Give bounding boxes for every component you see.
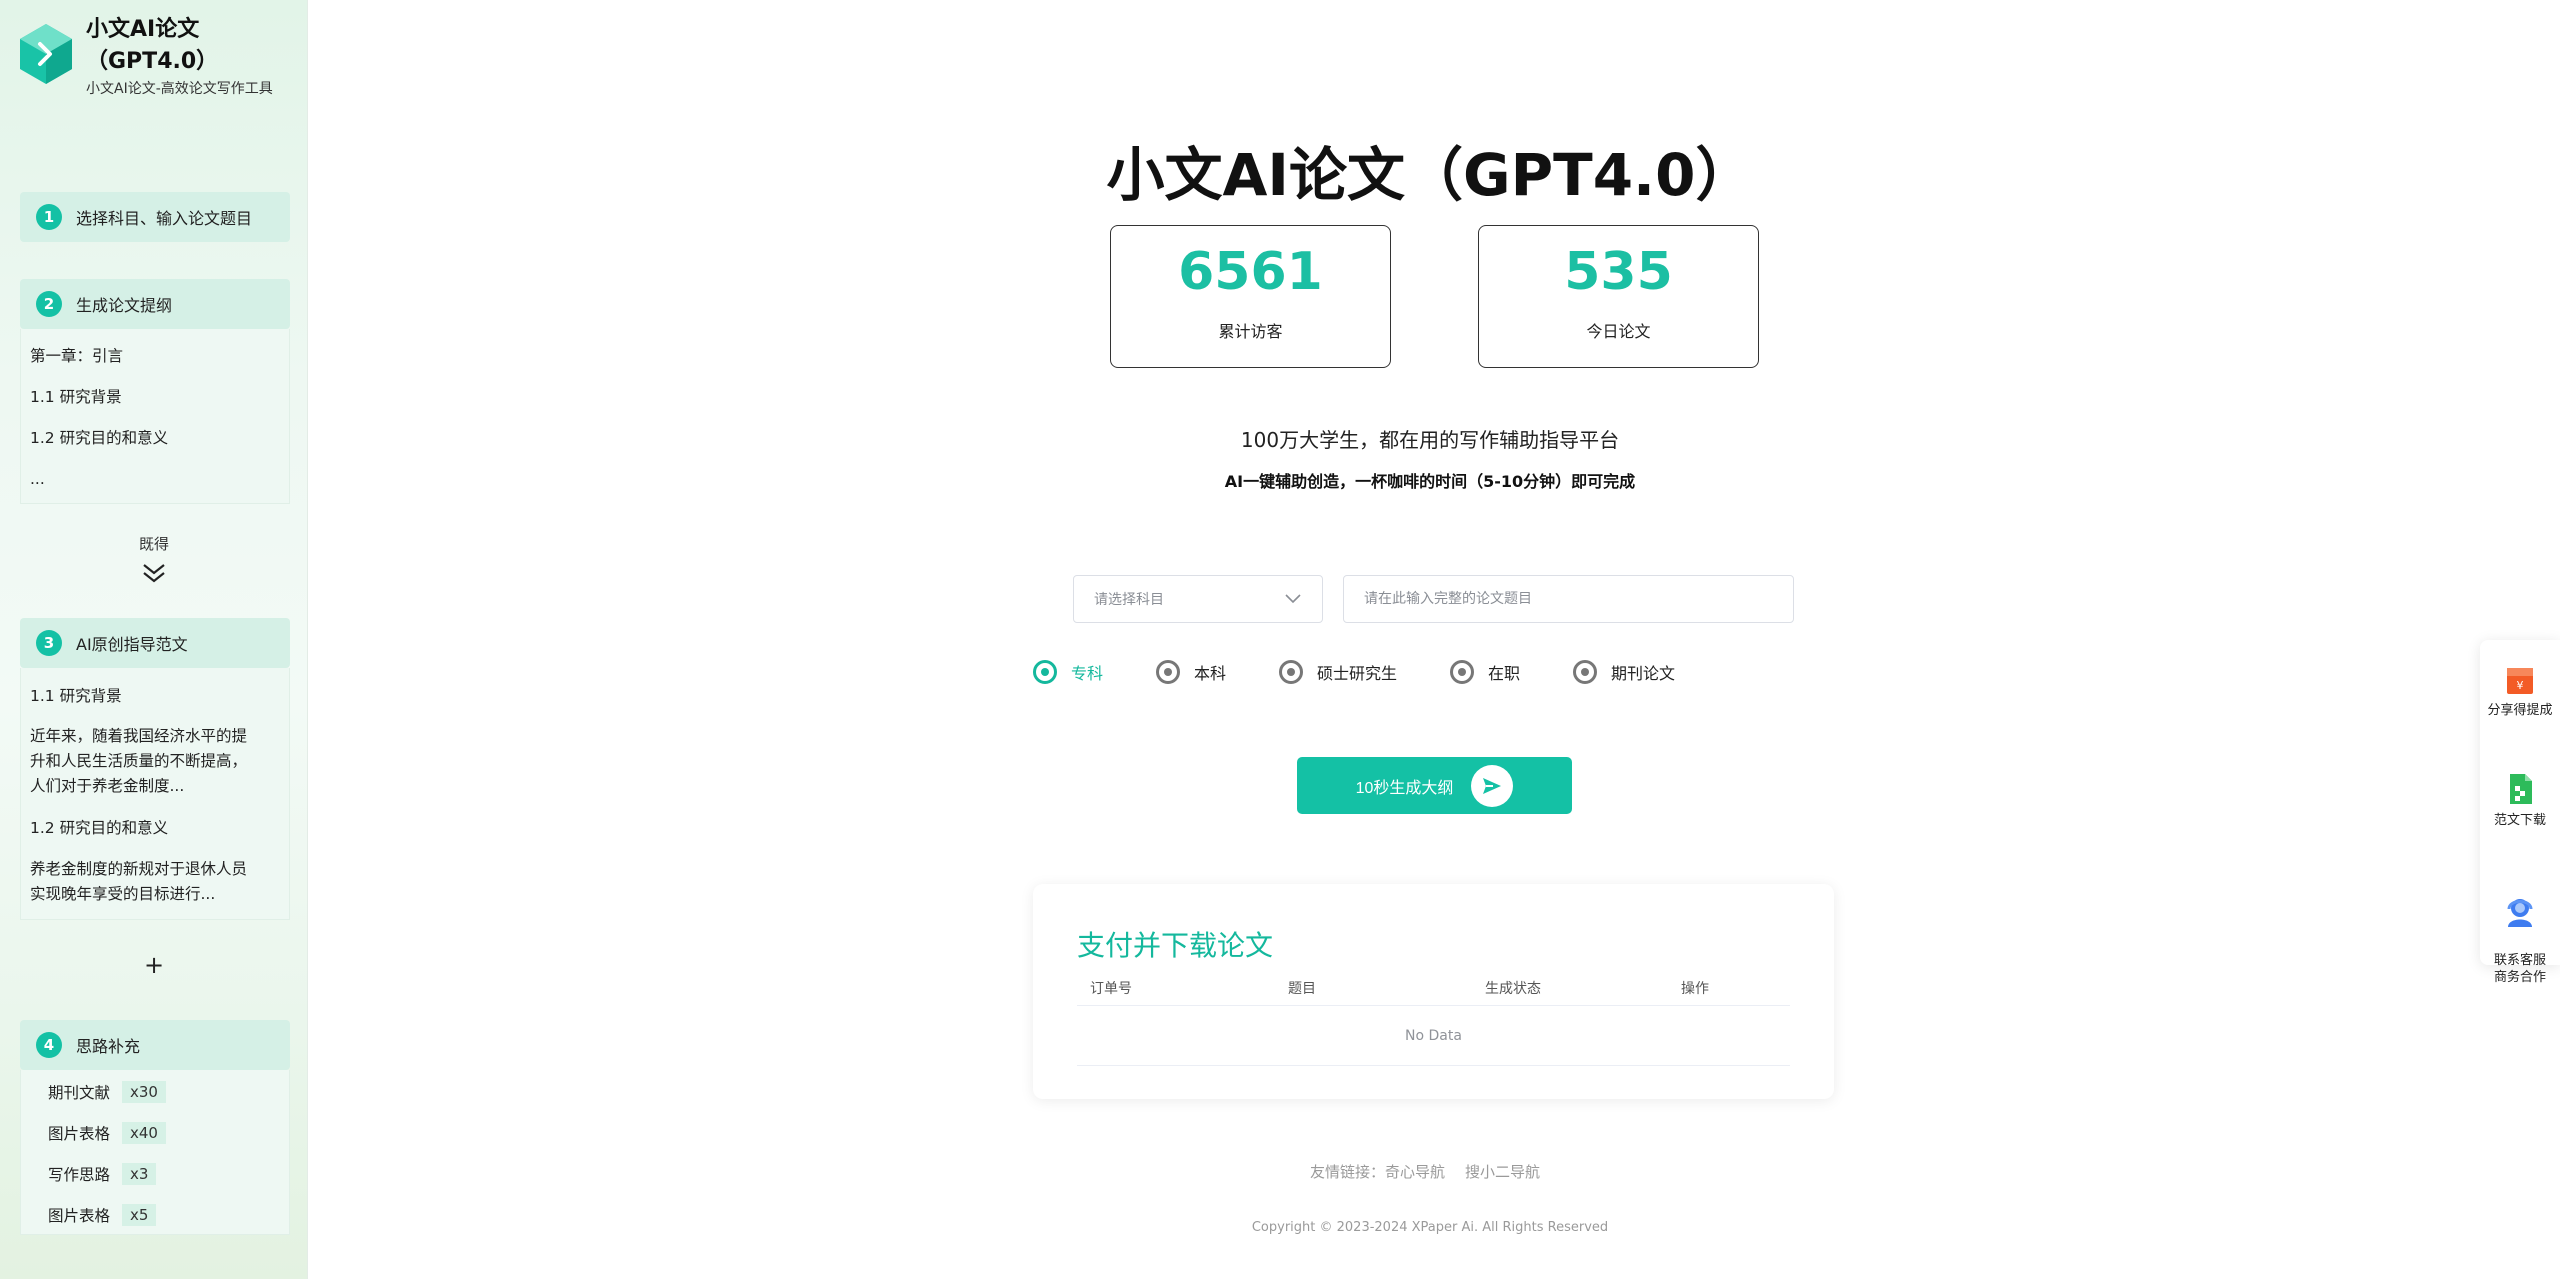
- float-item-label: 范文下载: [2493, 813, 2546, 828]
- step-4-header[interactable]: 4 思路补充: [20, 1020, 290, 1070]
- radio-circle[interactable]: [1033, 660, 1057, 684]
- sample-line: 养老金制度的新规对于退休人员实现晚年享受的目标进行...: [30, 860, 248, 903]
- step-3-header[interactable]: 3 AI原创指导范文: [20, 618, 290, 668]
- expand-label[interactable]: 既得: [0, 533, 308, 554]
- extra-item-badge: x30: [122, 1081, 166, 1103]
- step-1-label: 选择科目、输入论文题目: [76, 209, 253, 228]
- generate-outline-button[interactable]: 10秒生成大纲: [1297, 757, 1572, 814]
- generate-outline-label: 10秒生成大纲: [1355, 779, 1454, 797]
- extra-item-label: 图片表格: [48, 1207, 111, 1225]
- extra-item: 图片表格 x40: [48, 1122, 166, 1144]
- chevron-down-icon: [1285, 594, 1301, 604]
- radio-level-journal[interactable]: 期刊论文: [1573, 660, 1675, 684]
- step-2-label: 生成论文提纲: [76, 296, 173, 315]
- column-topic: 题目: [1288, 981, 1316, 997]
- radio-label: 硕士研究生: [1317, 664, 1398, 683]
- topic-input[interactable]: [1343, 575, 1794, 623]
- radio-circle[interactable]: [1279, 660, 1303, 684]
- step-1-header[interactable]: 1 选择科目、输入论文题目: [20, 192, 290, 242]
- radio-label: 专科: [1071, 664, 1104, 683]
- step-2-number: 2: [36, 291, 62, 317]
- subject-select-placeholder: 请选择科目: [1094, 592, 1164, 608]
- column-status: 生成状态: [1485, 981, 1541, 997]
- payment-title: 支付并下载论文: [1077, 929, 1274, 962]
- plus-icon[interactable]: +: [143, 953, 165, 977]
- radio-label: 本科: [1194, 664, 1227, 683]
- extra-item-label: 期刊文献: [48, 1084, 111, 1102]
- copyright: Copyright © 2023-2024 XPaper Ai. All Rig…: [1251, 1220, 1609, 1235]
- double-chevron-down-icon[interactable]: [141, 562, 167, 584]
- column-order-id: 订单号: [1090, 981, 1132, 997]
- extra-item-badge: x3: [122, 1163, 157, 1185]
- step-2-header[interactable]: 2 生成论文提纲: [20, 279, 290, 329]
- float-toolbar: ¥ 分享得提成 范文下载 联系客服 商务合作: [2480, 640, 2560, 985]
- float-item-label: 联系客服 商务合作: [2493, 953, 2546, 985]
- stat-label: 累计访客: [1218, 322, 1283, 341]
- svg-text:¥: ¥: [2517, 679, 2524, 692]
- contact-service-button[interactable]: 联系客服 商务合作: [2480, 878, 2560, 986]
- outline-line: ...: [30, 470, 45, 488]
- step-1-number: 1: [36, 204, 62, 230]
- step-3-number: 3: [36, 630, 62, 656]
- outline-line: 1.2 研究目的和意义: [30, 429, 169, 447]
- extra-item-badge: x40: [122, 1122, 166, 1144]
- step-3-label: AI原创指导范文: [76, 635, 188, 654]
- brand-subtitle: 小文AI论文-高效论文写作工具: [86, 81, 273, 97]
- friend-link[interactable]: 奇心导航: [1385, 1163, 1445, 1181]
- document-download-icon: [2510, 774, 2532, 804]
- radio-label: 在职: [1488, 664, 1521, 683]
- radio-level-junior-college[interactable]: 专科: [1033, 660, 1103, 684]
- orders-table-empty: No Data: [1077, 1006, 1790, 1066]
- radio-circle[interactable]: [1450, 660, 1474, 684]
- extra-item: 图片表格 x5: [48, 1204, 157, 1226]
- extra-item: 写作思路 x3: [48, 1163, 157, 1185]
- stat-card-papers: 535 今日论文: [1478, 225, 1759, 368]
- orders-table-header: 订单号 题目 生成状态 操作: [1077, 974, 1790, 1006]
- extra-item: 期刊文献 x30: [48, 1081, 166, 1103]
- sample-line: 1.2 研究目的和意义: [30, 819, 169, 837]
- radio-level-undergraduate[interactable]: 本科: [1156, 660, 1226, 684]
- gift-icon: ¥: [2507, 668, 2533, 694]
- customer-service-icon: [2507, 899, 2533, 927]
- sample-line: 1.1 研究背景: [30, 687, 122, 705]
- stat-value: 6561: [1178, 242, 1323, 302]
- sample-line: 近年来，随着我国经济水平的提升和人民生活质量的不断提高，人们对于养老金制度...: [30, 727, 248, 795]
- radio-label: 期刊论文: [1611, 664, 1676, 683]
- radio-circle[interactable]: [1156, 660, 1180, 684]
- brand-logo-icon: [20, 24, 72, 84]
- extra-item-badge: x5: [122, 1204, 157, 1226]
- sidebar: 小文AI论文（GPT4.0） 小文AI论文-高效论文写作工具 1 选择科目、输入…: [0, 0, 308, 1279]
- subject-select[interactable]: 请选择科目: [1073, 575, 1323, 623]
- radio-level-master[interactable]: 硕士研究生: [1279, 660, 1397, 684]
- stat-value: 535: [1564, 242, 1673, 302]
- radio-level-in-service[interactable]: 在职: [1450, 660, 1520, 684]
- outline-line: 1.1 研究背景: [30, 388, 122, 406]
- radio-circle[interactable]: [1573, 660, 1597, 684]
- tagline-secondary: AI一键辅助创造，一杯咖啡的时间（5-10分钟）即可完成: [1224, 472, 1636, 491]
- step-4-number: 4: [36, 1032, 62, 1058]
- friend-link[interactable]: 搜小二导航: [1465, 1163, 1540, 1181]
- send-icon: [1471, 764, 1514, 807]
- column-action: 操作: [1681, 981, 1709, 997]
- tagline: 100万大学生，都在用的写作辅助指导平台: [1240, 428, 1620, 452]
- stat-card-visitors: 6561 累计访客: [1110, 225, 1391, 368]
- brand-title: 小文AI论文（GPT4.0）: [86, 17, 219, 74]
- float-item-label: 分享得提成: [2487, 703, 2553, 718]
- payment-panel: 支付并下载论文 订单号 题目 生成状态 操作 No Data: [1033, 884, 1834, 1099]
- step-4-label: 思路补充: [76, 1037, 141, 1056]
- extra-item-label: 写作思路: [48, 1166, 111, 1184]
- page-title: 小文AI论文（GPT4.0）: [1106, 141, 1754, 209]
- outline-line: 第一章：引言: [30, 347, 124, 365]
- friend-links: 友情链接：奇心导航 搜小二导航: [1100, 1161, 1760, 1182]
- share-commission-button[interactable]: ¥ 分享得提成: [2480, 662, 2560, 719]
- stat-label: 今日论文: [1586, 322, 1651, 341]
- brand: 小文AI论文（GPT4.0） 小文AI论文-高效论文写作工具: [18, 12, 298, 102]
- extra-item-label: 图片表格: [48, 1125, 111, 1143]
- friend-links-prefix: 友情链接：: [1309, 1163, 1385, 1181]
- sample-download-button[interactable]: 范文下载: [2480, 772, 2560, 829]
